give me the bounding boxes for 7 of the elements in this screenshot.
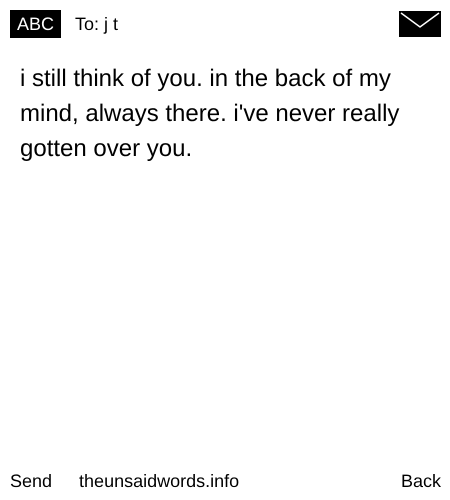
message-text: i still think of you. in the back of my mind, always there. i've never really gotten over you. [20,64,400,164]
recipient-label: To: j t [75,14,118,34]
site-url: theunsaidwords.info [79,471,240,492]
input-mode-badge: ABC [10,10,62,38]
back-softkey[interactable]: Back [400,471,441,492]
send-softkey[interactable]: Send [10,471,52,492]
envelope-icon [399,11,441,37]
